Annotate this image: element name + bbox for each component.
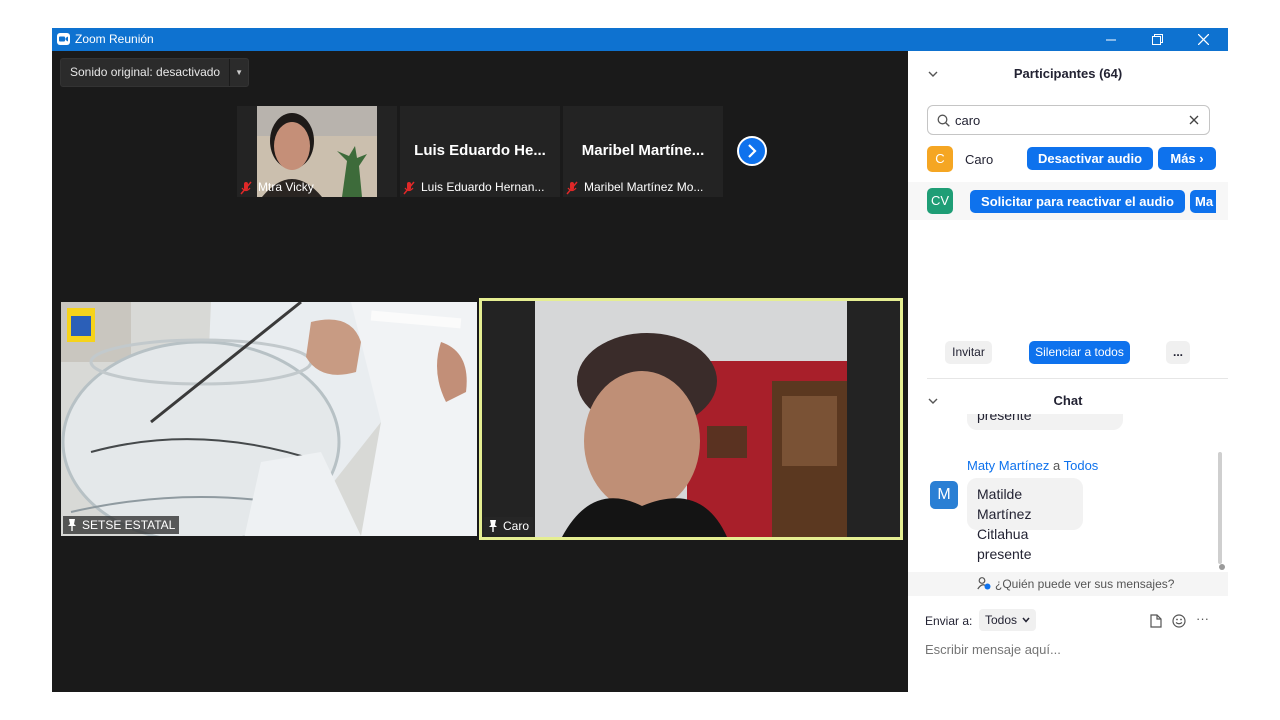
message-line: Citlahua presente — [977, 526, 1032, 562]
recipient-name[interactable]: Todos — [1064, 458, 1099, 473]
emoji-icon[interactable] — [1172, 614, 1186, 628]
mic-muted-icon — [566, 181, 578, 194]
next-page-button[interactable] — [737, 136, 767, 166]
restore-button[interactable] — [1134, 28, 1180, 51]
sender-name[interactable]: Maty Martínez — [967, 458, 1049, 473]
search-icon — [937, 114, 950, 127]
search-input[interactable]: caro — [955, 113, 980, 128]
pin-icon — [68, 519, 76, 531]
participant-name-large: Luis Eduardo He... — [414, 142, 546, 159]
avatar: CV — [927, 188, 953, 214]
participant-name: Caro — [503, 519, 530, 533]
send-to-label: Enviar a: — [925, 614, 973, 628]
meeting-area: Sonido original: desactivado ▼ Mtra Vick… — [52, 51, 908, 692]
thumbnail-luis-eduardo[interactable]: Luis Eduardo He... Luis Eduardo Hernan..… — [400, 106, 560, 197]
dropdown-caret-icon[interactable]: ▼ — [230, 68, 248, 77]
setse-video-feed — [61, 302, 477, 536]
mic-muted-icon — [403, 181, 415, 194]
chat-message-input[interactable] — [925, 639, 1215, 659]
chevron-right-icon — [748, 144, 757, 158]
caro-video-feed — [482, 301, 900, 537]
participant-name-large: Maribel Martíne... — [581, 142, 705, 159]
thumbnail-caption: Luis Eduardo Hernan... — [402, 179, 558, 196]
thumbnail-caption: Maribel Martínez Mo... — [565, 179, 721, 196]
mute-all-button[interactable]: Silenciar a todos — [1029, 341, 1130, 364]
close-button[interactable] — [1180, 28, 1226, 51]
avatar: C — [927, 146, 953, 172]
chat-messages[interactable]: presente Maty Martínez a Todos M Matilde… — [908, 414, 1228, 569]
video-caption: Caro — [484, 517, 534, 535]
message-header: Maty Martínez a Todos — [967, 458, 1098, 473]
video-caro-active-speaker[interactable]: Caro — [479, 298, 903, 540]
close-icon — [1197, 33, 1209, 46]
chat-message: Matilde Martínez Citlahua presente — [967, 478, 1083, 562]
privacy-bar[interactable]: ¿Quién puede ver sus mensajes? — [908, 572, 1228, 596]
divider — [927, 378, 1228, 379]
participant-row-cv[interactable]: CV Solicitar para reactivar el audio Ma — [908, 182, 1228, 220]
participant-search[interactable]: caro — [927, 105, 1210, 135]
recipient-dropdown[interactable]: Todos — [979, 609, 1036, 631]
message-connector: a — [1052, 458, 1061, 473]
more-button[interactable]: Más › — [1158, 147, 1216, 170]
thumbnail-mtra-vicky[interactable]: Mtra Vicky — [237, 106, 397, 197]
previous-message: presente — [967, 414, 1123, 430]
video-setse-estatal[interactable]: SETSE ESTATAL — [61, 302, 477, 536]
chat-scrollbar[interactable] — [1218, 452, 1222, 564]
original-sound-button[interactable]: Sonido original: desactivado ▼ — [60, 58, 250, 87]
scroll-thumb[interactable] — [1219, 564, 1225, 570]
recipient-value: Todos — [985, 613, 1018, 627]
restore-icon — [1151, 34, 1163, 45]
participant-name: Maribel Martínez Mo... — [584, 180, 704, 194]
request-unmute-button[interactable]: Solicitar para reactivar el audio — [970, 190, 1185, 213]
participant-name: Luis Eduardo Hernan... — [421, 180, 545, 194]
participants-header: Participantes (64) — [1013, 66, 1123, 81]
minimize-icon — [1106, 39, 1116, 41]
zoom-window: Zoom Reunión Sonido original: desactivad… — [52, 28, 1228, 692]
more-button[interactable]: Ma — [1190, 190, 1216, 213]
mic-muted-icon — [240, 181, 252, 194]
pin-icon — [489, 520, 497, 532]
avatar: M — [930, 481, 958, 509]
more-options-button[interactable]: ... — [1166, 341, 1190, 364]
original-sound-label: Sonido original: desactivado — [61, 59, 231, 86]
participant-name: SETSE ESTATAL — [82, 518, 176, 532]
participant-name: Caro — [965, 152, 994, 167]
user-privacy-icon — [977, 577, 991, 590]
more-chat-options-icon[interactable]: ··· — [1196, 611, 1209, 626]
minimize-button[interactable] — [1088, 28, 1134, 51]
video-caption: SETSE ESTATAL — [63, 516, 180, 534]
thumbnail-caption: Mtra Vicky — [239, 179, 395, 196]
invite-button[interactable]: Invitar — [945, 341, 992, 364]
file-icon[interactable] — [1150, 614, 1162, 628]
zoom-app-icon — [57, 33, 70, 45]
clear-search-icon[interactable] — [1189, 115, 1199, 125]
message-text: presente — [977, 414, 1032, 423]
participant-row-caro[interactable]: C Caro Desactivar audio Más › — [908, 140, 1228, 178]
message-line: Matilde Martínez — [977, 486, 1032, 522]
participant-name: Mtra Vicky — [258, 180, 314, 194]
chat-header: Chat — [1053, 393, 1083, 408]
who-can-see-link[interactable]: ¿Quién puede ver sus mensajes? — [995, 577, 1174, 591]
thumbnail-maribel[interactable]: Maribel Martíne... Maribel Martínez Mo..… — [563, 106, 723, 197]
side-panel: Participantes (64) caro C Caro Desactiva… — [908, 51, 1228, 692]
chevron-down-icon — [1022, 617, 1030, 623]
window-title: Zoom Reunión — [75, 32, 154, 46]
title-bar: Zoom Reunión — [52, 28, 1228, 51]
mute-audio-button[interactable]: Desactivar audio — [1027, 147, 1153, 170]
